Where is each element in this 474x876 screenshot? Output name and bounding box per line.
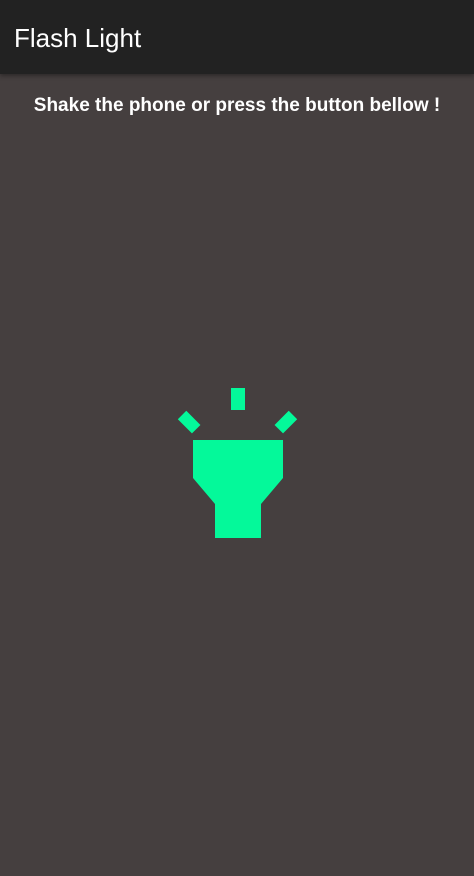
flashlight-icon: [177, 388, 298, 538]
light-ray-center: [231, 388, 245, 410]
main-content: Shake the phone or press the button bell…: [0, 74, 474, 876]
app-bar: Flash Light: [0, 0, 474, 74]
light-ray-left: [177, 410, 201, 434]
flashlight-body: [193, 440, 283, 538]
instructions-text: Shake the phone or press the button bell…: [33, 95, 441, 116]
flashlight-toggle-button[interactable]: [170, 386, 304, 540]
light-ray-right: [274, 410, 298, 434]
app-title: Flash Light: [14, 23, 142, 53]
